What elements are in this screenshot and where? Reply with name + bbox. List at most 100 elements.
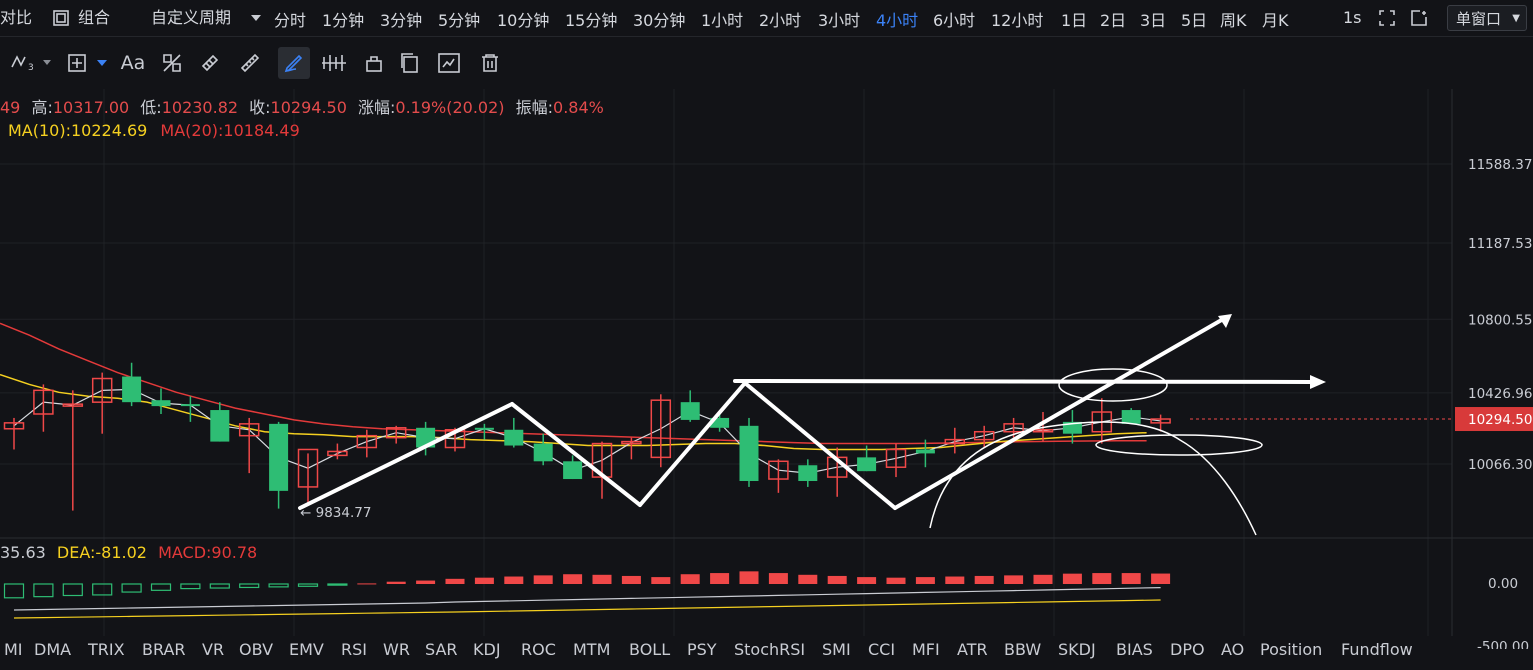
screenshot-icon[interactable]: [436, 51, 464, 75]
period-tab-1[interactable]: 1分钟: [322, 7, 364, 31]
current-price-label: 10294.50: [1468, 412, 1532, 428]
indicator-tab-smi[interactable]: SMI: [822, 640, 851, 659]
indicator-tab-vr[interactable]: VR: [202, 640, 224, 659]
text-tool-icon[interactable]: Aa: [118, 51, 148, 75]
period-tab-11[interactable]: 6小时: [933, 7, 975, 31]
combo-icon: [52, 9, 70, 27]
low-annotation: ← 9834.77: [300, 505, 371, 521]
indicator-tab-roc[interactable]: ROC: [521, 640, 556, 659]
indicator-tab-mi[interactable]: MI: [4, 640, 23, 659]
period-tab-15[interactable]: 3日: [1140, 7, 1166, 31]
order-icon[interactable]: [320, 51, 348, 75]
candle-body: [151, 400, 171, 407]
indicator-tab-bbw[interactable]: BBW: [1004, 640, 1041, 659]
high-label: 高:: [31, 98, 53, 117]
period-tab-12[interactable]: 12小时: [991, 7, 1043, 31]
macd-bar: [798, 574, 818, 584]
period-tab-5[interactable]: 15分钟: [565, 7, 617, 31]
price-tick-label: 11588.37: [1468, 157, 1532, 173]
indicator-tab-boll[interactable]: BOLL: [629, 640, 670, 659]
macd-bar: [915, 577, 935, 584]
chevron-down-icon: [250, 13, 262, 23]
period-tab-14[interactable]: 2日: [1100, 7, 1126, 31]
period-tab-2[interactable]: 3分钟: [380, 7, 422, 31]
macd-bar: [239, 583, 260, 589]
layout-icon[interactable]: [66, 52, 88, 74]
drawing-toolbar: 3 Aa: [0, 37, 1533, 89]
macd-bar: [209, 583, 230, 589]
delete-icon[interactable]: [478, 51, 502, 75]
indicator-tab-mtm[interactable]: MTM: [573, 640, 610, 659]
price-tick-label: 10800.55: [1468, 312, 1532, 328]
period-tab-3[interactable]: 5分钟: [438, 7, 480, 31]
indicator-tab-ao[interactable]: AO: [1221, 640, 1244, 659]
ma20-layer: [0, 322, 1147, 445]
combo-button[interactable]: 组合: [78, 0, 110, 36]
indicator-tab-atr[interactable]: ATR: [957, 640, 988, 659]
indicator-tab-cci[interactable]: CCI: [868, 640, 895, 659]
period-tab-10[interactable]: 4小时: [876, 7, 918, 31]
macd-bar: [563, 574, 583, 584]
window-mode-select[interactable]: 单窗口 ▼: [1447, 5, 1527, 31]
period-tab-17[interactable]: 周K: [1220, 7, 1247, 31]
period-tab-4[interactable]: 10分钟: [497, 7, 549, 31]
indicator-tab-wr[interactable]: WR: [383, 640, 410, 659]
ruler-icon[interactable]: [238, 51, 262, 75]
indicator-tab-psy[interactable]: PSY: [687, 640, 717, 659]
indicator-tab-rsi[interactable]: RSI: [341, 640, 367, 659]
pattern-icon[interactable]: [160, 51, 184, 75]
indicator-tab-kdj[interactable]: KDJ: [473, 640, 501, 659]
candle-body: [269, 423, 289, 491]
indicator-tab-brar[interactable]: BRAR: [142, 640, 186, 659]
candlestick-chart[interactable]: ← 9834.77 11588.37 11187.53 10800.55 10426.…: [0, 89, 1533, 649]
pen-icon[interactable]: [278, 47, 310, 79]
indicator-tab-sar[interactable]: SAR: [425, 640, 458, 659]
period-tab-7[interactable]: 1小时: [701, 7, 743, 31]
indicator-tab-obv[interactable]: OBV: [239, 640, 273, 659]
lock-icon[interactable]: [362, 51, 386, 75]
indicator-tab-mfi[interactable]: MFI: [912, 640, 940, 659]
candle-body: [180, 404, 200, 407]
candle-body: [563, 461, 583, 480]
compare-button[interactable]: 对比: [0, 0, 32, 36]
macd-bar: [504, 576, 524, 584]
custom-period-button[interactable]: 自定义周期: [151, 0, 231, 36]
candle-body: [739, 425, 759, 482]
period-tab-0[interactable]: 分时: [274, 7, 306, 31]
indicator-icon[interactable]: 3: [10, 51, 40, 73]
indicator-tab-bias[interactable]: BIAS: [1116, 640, 1153, 659]
horizontal-line: [733, 379, 1312, 384]
price-tick-label: 11187.53: [1468, 236, 1532, 252]
macd-bar: [268, 583, 289, 588]
copy-icon[interactable]: [398, 51, 422, 75]
indicator-tab-dpo[interactable]: DPO: [1170, 640, 1205, 659]
period-tab-16[interactable]: 5日: [1181, 7, 1207, 31]
macd-tick-label: 0.00: [1488, 576, 1518, 592]
indicator-tab-position[interactable]: Position: [1260, 640, 1322, 659]
candle-body: [1121, 410, 1141, 424]
period-tab-6[interactable]: 30分钟: [633, 7, 685, 31]
period-tab-13[interactable]: 1日: [1061, 7, 1087, 31]
period-tab-9[interactable]: 3小时: [818, 7, 860, 31]
indicator-tab-stochrsi[interactable]: StochRSI: [734, 640, 805, 659]
magnet-icon[interactable]: [198, 51, 222, 75]
indicator-tabs: MI DMA TRIX BRAR VR OBV EMV RSI WR SAR KDJ ROC MTM BO…: [0, 636, 1533, 670]
trend-line: [893, 316, 1227, 510]
low-value: 10230.82: [161, 98, 239, 117]
indicator-tab-dma[interactable]: DMA: [34, 640, 71, 659]
fullscreen-icon[interactable]: [1378, 9, 1396, 27]
period-tab-8[interactable]: 2小时: [759, 7, 801, 31]
circle-annotation: [1058, 368, 1168, 402]
candle-body: [210, 410, 230, 442]
new-window-icon[interactable]: [1410, 9, 1428, 27]
chevron-down-icon: ▼: [1512, 13, 1520, 24]
macd-bar: [680, 574, 700, 584]
indicator-tab-fundflow[interactable]: Fundflow: [1341, 640, 1413, 659]
indicator-tab-emv[interactable]: EMV: [289, 640, 324, 659]
top-bar: 对比 组合 自定义周期 分时 1分钟 3分钟 5分钟 10分钟 15分钟 30分钟 1小时 2小…: [0, 0, 1533, 37]
period-tab-18[interactable]: 月K: [1262, 7, 1289, 31]
macd-bar: [886, 577, 906, 584]
indicator-tab-trix[interactable]: TRIX: [88, 640, 125, 659]
indicator-tab-skdj[interactable]: SKDJ: [1058, 640, 1096, 659]
interval-label[interactable]: 1s: [1343, 0, 1362, 36]
